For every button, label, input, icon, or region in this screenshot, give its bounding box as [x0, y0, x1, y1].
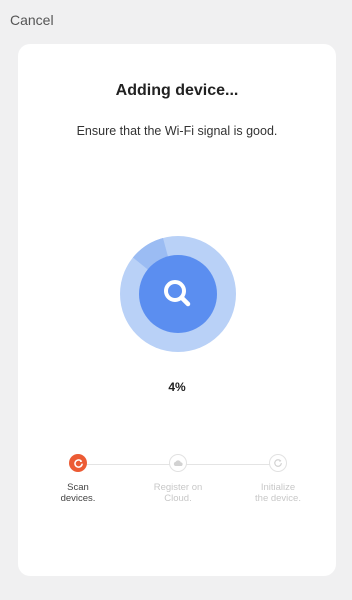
adding-device-card: Adding device... Ensure that the Wi-Fi s… — [18, 44, 336, 576]
page-title: Adding device... — [115, 82, 239, 99]
subtitle-hint: Ensure that the Wi-Fi signal is good. — [76, 124, 278, 138]
step-register-cloud: Register on Cloud. — [133, 454, 223, 504]
refresh-icon — [269, 454, 287, 472]
progress-steps: Scan devices. Register on Cloud. Initial… — [18, 454, 336, 514]
step-scan-devices: Scan devices. — [33, 454, 123, 504]
refresh-icon — [69, 454, 87, 472]
cancel-button[interactable]: Cancel — [10, 12, 54, 28]
step-label: Scan devices. — [60, 482, 96, 504]
step-label: Initialize the device. — [255, 482, 301, 504]
step-label: Register on Cloud. — [153, 482, 203, 504]
progress-percent: 4% — [168, 380, 186, 394]
cloud-icon — [169, 454, 187, 472]
step-initialize-device: Initialize the device. — [233, 454, 323, 504]
progress-center — [139, 255, 217, 333]
progress-ring — [120, 236, 236, 352]
